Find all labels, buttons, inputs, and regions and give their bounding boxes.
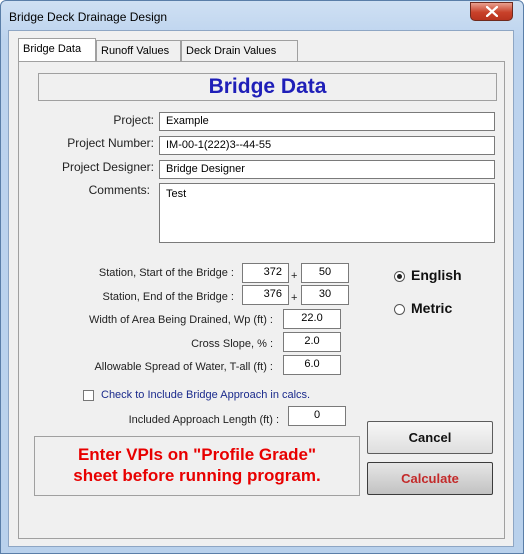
include-approach-label[interactable]: Check to Include Bridge Approach in calc… [101,389,310,401]
comments-label: Comments: [88,183,150,197]
metric-radio-label: Metric [411,300,453,316]
plus-sign: + [291,270,298,282]
project-field[interactable]: Example [159,112,495,131]
close-button[interactable] [470,2,513,21]
cross-slope-field[interactable]: 2.0 [283,332,341,352]
approach-length-field[interactable]: 0 [288,406,346,426]
include-approach-checkbox[interactable] [83,390,94,401]
project-label: Project: [113,113,154,127]
warning-line-1: Enter VPIs on "Profile Grade" [77,445,317,464]
metric-radio[interactable]: Metric [394,300,452,316]
approach-length-label: Included Approach Length (ft) : [128,414,279,426]
allowable-spread-field[interactable]: 6.0 [283,355,341,375]
radio-selected-icon [394,270,405,282]
station-start-main-field[interactable]: 372 [242,263,289,283]
tab-deck-drain-values[interactable]: Deck Drain Values [181,40,298,61]
cross-slope-label: Cross Slope, % : [191,338,273,350]
radio-unselected-icon [394,303,405,315]
window-title: Bridge Deck Drainage Design [9,10,168,24]
station-end-main-field[interactable]: 376 [242,285,289,305]
title-bar[interactable]: Bridge Deck Drainage Design [1,1,523,31]
project-number-label: Project Number: [67,136,154,150]
english-radio[interactable]: English [394,267,462,283]
english-radio-label: English [411,267,462,283]
station-end-label: Station, End of the Bridge : [102,291,234,303]
project-number-field[interactable]: IM-00-1(222)3--44-55 [159,136,495,155]
profile-grade-warning: Enter VPIs on "Profile Grade" sheet befo… [34,436,360,496]
station-end-plus-field[interactable]: 30 [301,285,349,305]
width-drained-field[interactable]: 22.0 [283,309,341,329]
calculate-button[interactable]: Calculate [367,462,493,495]
plus-sign: + [291,292,298,304]
comments-textarea[interactable]: Test [159,183,495,243]
station-start-label: Station, Start of the Bridge : [98,267,234,279]
warning-line-2: sheet before running program. [73,466,321,485]
tab-runoff-values[interactable]: Runoff Values [96,40,181,61]
station-start-plus-field[interactable]: 50 [301,263,349,283]
page-title: Bridge Data [38,73,497,101]
width-drained-label: Width of Area Being Drained, Wp (ft) : [88,314,273,326]
cancel-button[interactable]: Cancel [367,421,493,454]
project-designer-label: Project Designer: [61,160,154,174]
close-x-icon [486,6,498,17]
project-designer-field[interactable]: Bridge Designer [159,160,495,179]
tab-bridge-data[interactable]: Bridge Data [18,38,96,61]
allowable-spread-label: Allowable Spread of Water, T-all (ft) : [94,361,273,373]
